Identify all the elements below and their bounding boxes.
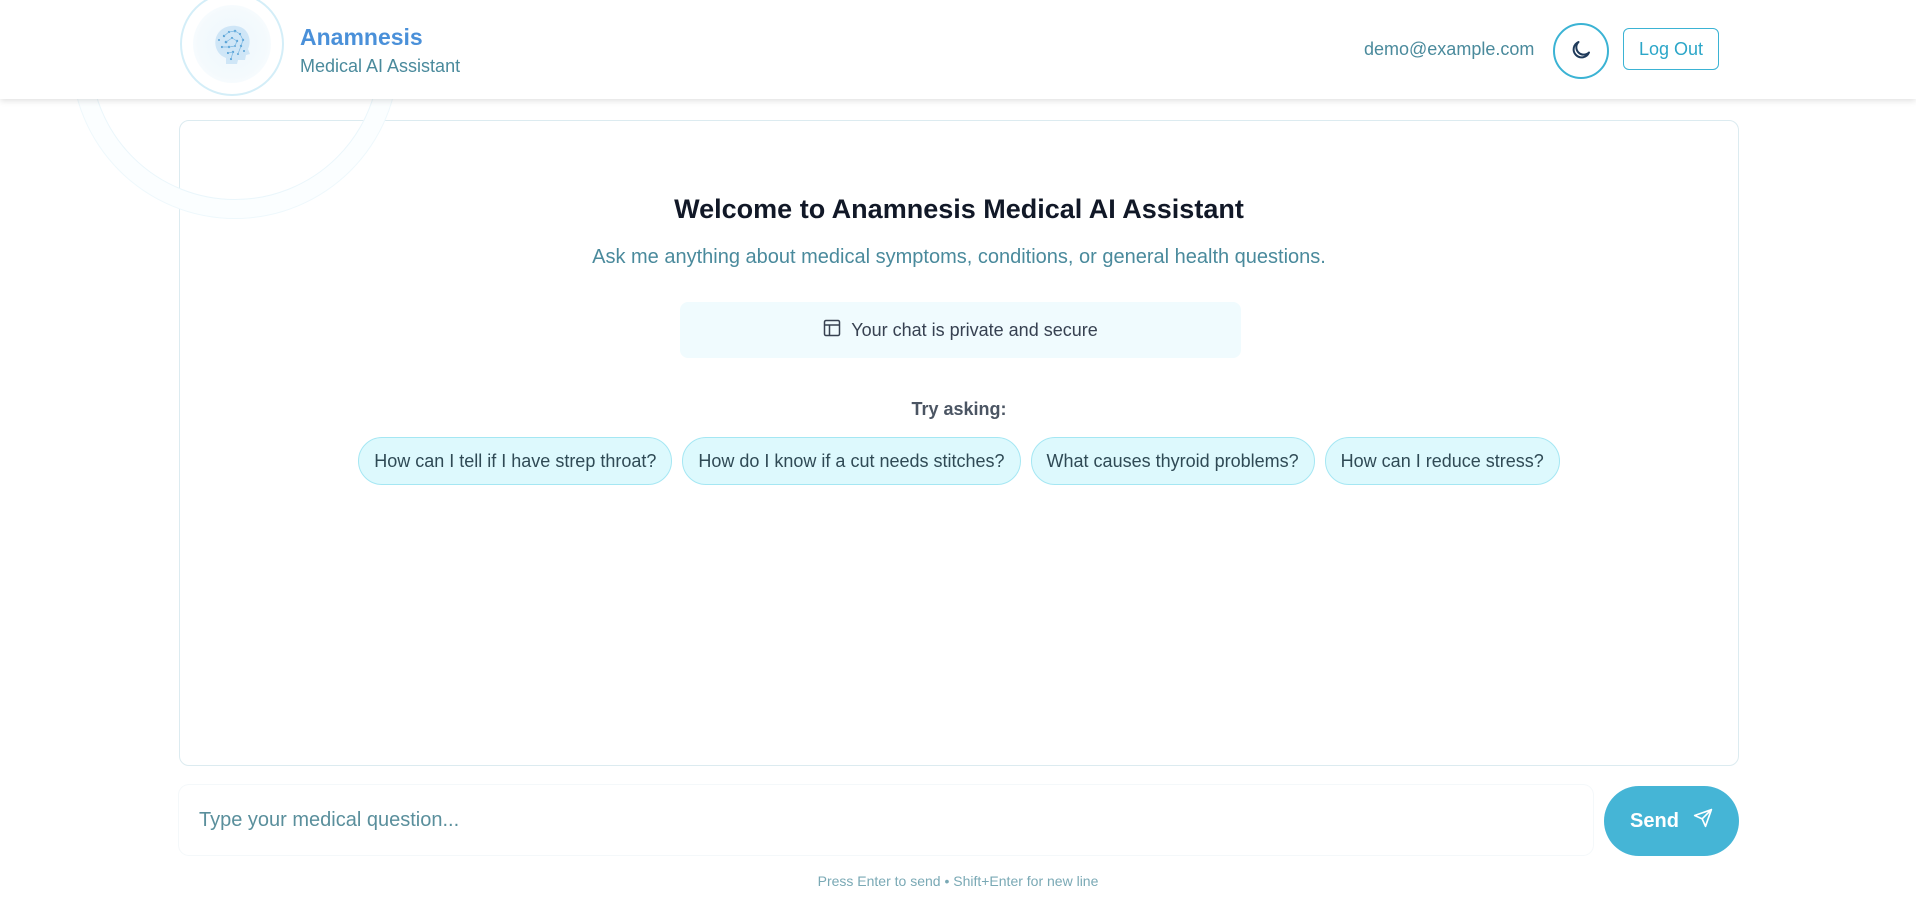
send-button[interactable]: Send (1604, 786, 1739, 856)
user-email: demo@example.com (1364, 39, 1535, 59)
privacy-notice: Your chat is private and secure (680, 302, 1241, 358)
layout-panel-icon (823, 319, 841, 342)
welcome-subtitle: Ask me anything about medical symptoms, … (592, 246, 1326, 268)
privacy-text: Your chat is private and secure (851, 319, 1098, 340)
suggestion-chip-stress[interactable]: How can I reduce stress? (1324, 437, 1560, 485)
suggestion-list: How can I tell if I have strep throat? H… (180, 437, 1738, 485)
brand-title: Anamnesis (300, 24, 423, 50)
welcome-title: Welcome to Anamnesis Medical AI Assistan… (674, 194, 1244, 224)
moon-icon (1569, 38, 1593, 65)
chat-panel: Welcome to Anamnesis Medical AI Assistan… (179, 120, 1739, 766)
paper-plane-icon (1693, 808, 1713, 834)
suggestion-chip-thyroid[interactable]: What causes thyroid problems? (1030, 437, 1315, 485)
brain-head-icon (193, 5, 271, 83)
message-composer (179, 785, 1593, 855)
logo-ring (180, 0, 284, 96)
keyboard-hint: Press Enter to send • Shift+Enter for ne… (817, 873, 1099, 889)
send-label: Send (1630, 809, 1679, 832)
message-input[interactable] (179, 785, 1593, 855)
suggestions-label: Try asking: (911, 399, 1007, 419)
brand-logo (178, 0, 288, 99)
suggestion-chip-strep-throat[interactable]: How can I tell if I have strep throat? (358, 437, 673, 485)
suggestion-chip-cut-stitches[interactable]: How do I know if a cut needs stitches? (682, 437, 1021, 485)
brand-subtitle: Medical AI Assistant (300, 56, 461, 76)
logout-button[interactable]: Log Out (1623, 28, 1719, 70)
theme-toggle-button[interactable] (1553, 23, 1609, 79)
